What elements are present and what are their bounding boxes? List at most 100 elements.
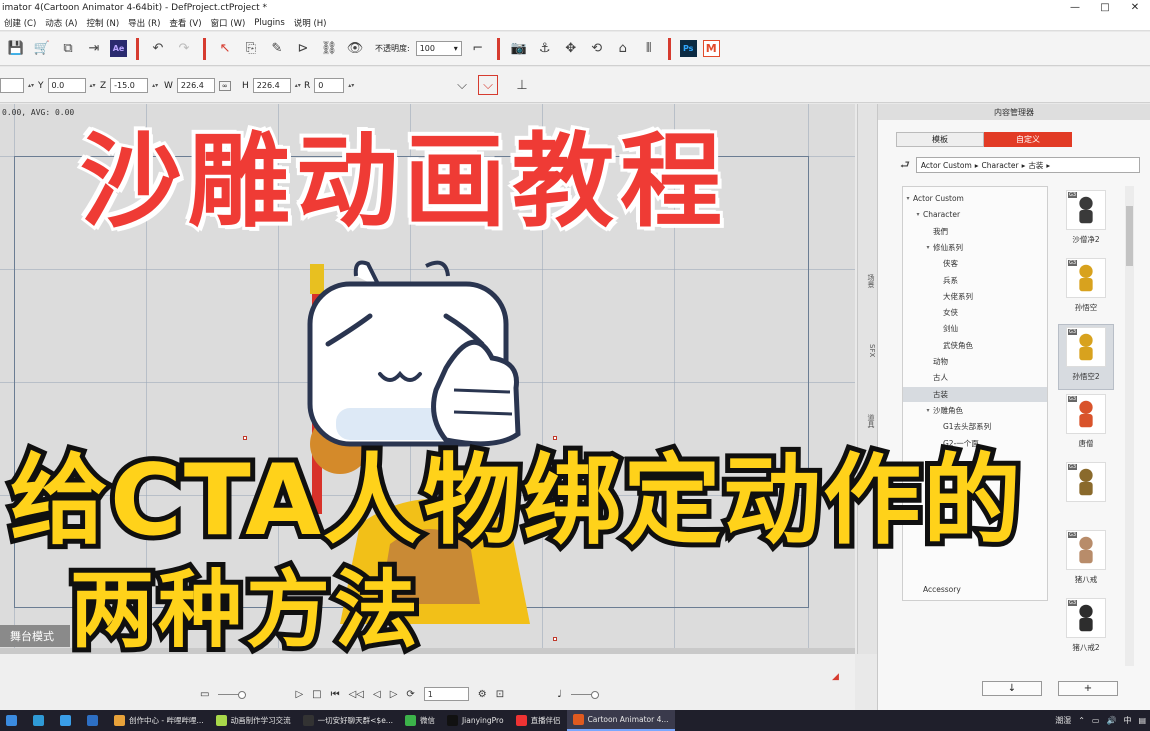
select-arrow-icon[interactable]: ↖ — [215, 39, 235, 59]
prev-frame-icon[interactable]: ◁ — [373, 689, 381, 700]
scrollbar-thumb[interactable] — [1126, 206, 1133, 266]
prev-key-icon[interactable]: ◁◁ — [349, 689, 364, 700]
breadcrumb-item[interactable]: Actor Custom — [921, 161, 972, 170]
download-button[interactable]: ↓ — [982, 681, 1042, 696]
selection-handle[interactable] — [553, 637, 557, 641]
stop-icon[interactable]: □ — [312, 689, 321, 700]
volume-icon[interactable]: 🔊 — [1106, 716, 1116, 725]
opacity-dropdown[interactable]: 100 ▾ — [415, 41, 462, 56]
tree-item[interactable]: 古装 — [903, 386, 1047, 402]
notification-icon[interactable]: ▤ — [1138, 716, 1146, 725]
speed-slider[interactable] — [218, 690, 247, 699]
timeline-icon[interactable]: ⊡ — [496, 689, 504, 700]
character-thumbnail[interactable]: G3 孙悟空2 — [1058, 324, 1114, 390]
menu-animation[interactable]: 动态 (A) — [45, 17, 77, 29]
loop-icon[interactable]: ⟳ — [406, 689, 414, 700]
spin-icon[interactable]: ▴▾ — [152, 82, 158, 89]
move-icon[interactable]: ✥ — [561, 39, 581, 59]
selection-handle[interactable] — [243, 436, 247, 440]
photoshop-icon[interactable]: Ps — [679, 40, 697, 57]
tree-item[interactable]: 古人 — [903, 370, 1047, 385]
paint-icon[interactable]: ✎ — [267, 39, 287, 59]
breadcrumb-item[interactable]: 古装 — [1028, 160, 1043, 171]
spin-icon[interactable]: ▴▾ — [295, 82, 301, 89]
r-input[interactable]: 0 — [314, 78, 345, 93]
dock-tab-props[interactable]: 道具 — [860, 414, 876, 428]
chevron-down-icon[interactable]: ▾ — [903, 195, 913, 202]
thumbnail-scrollbar[interactable] — [1125, 186, 1134, 666]
x-input[interactable] — [0, 78, 24, 93]
taskbar-item[interactable]: Cartoon Animator 4... — [566, 710, 675, 731]
dock-tab-scene[interactable]: 场景 — [860, 274, 876, 288]
spin-icon[interactable]: ▴▾ — [28, 82, 34, 89]
tree-item[interactable]: ▾ Character — [903, 207, 1047, 222]
chevron-down-icon[interactable]: ▾ — [923, 407, 933, 414]
character-thumbnail[interactable]: G3 唐僧 — [1058, 392, 1114, 458]
chevron-up-icon[interactable]: ⌃ — [1078, 716, 1085, 725]
taskbar-item[interactable]: 直播伴侣 — [510, 710, 567, 731]
taskbar-item[interactable]: 一切安好聊天群<$e... — [297, 710, 399, 731]
z-input[interactable]: -15.0 — [110, 78, 149, 93]
taskbar-item[interactable] — [81, 710, 108, 731]
back-icon[interactable]: ⮐ — [900, 156, 910, 175]
cart-icon[interactable]: 🛒 — [32, 39, 52, 59]
settings-icon[interactable]: ⚙ — [478, 689, 487, 700]
anchor-icon[interactable]: ⚓ — [535, 39, 555, 59]
taskbar-item[interactable] — [27, 710, 54, 731]
add-button[interactable]: + — [1058, 681, 1118, 696]
menu-window[interactable]: 窗口 (W) — [211, 17, 246, 29]
character-thumbnail[interactable]: G3 沙僧净2 — [1058, 188, 1114, 254]
tree-item[interactable]: 剑仙 — [903, 321, 1047, 336]
home-icon[interactable]: ⌂ — [613, 39, 633, 59]
taskbar-item[interactable]: 创作中心 - 哔哩哔哩... — [108, 710, 210, 731]
taskbar-item[interactable]: 微信 — [399, 710, 441, 731]
minimize-button[interactable]: — — [1060, 0, 1090, 15]
first-frame-icon[interactable]: ⏮ — [331, 689, 340, 700]
m-plugin-icon[interactable]: M — [702, 40, 720, 57]
tree-item[interactable]: ▾ 修仙系列 — [903, 240, 1047, 255]
character-thumbnail[interactable]: G3 孙悟空 — [1058, 256, 1114, 322]
music-note-icon[interactable]: ♩ — [557, 689, 562, 700]
align-icon[interactable]: ⫴ — [639, 39, 659, 59]
dock-tab-sfx[interactable]: SFX — [860, 344, 876, 357]
volume-slider[interactable] — [570, 690, 599, 699]
tree-item[interactable]: 侠客 — [903, 256, 1047, 271]
play-icon[interactable]: ▷ — [295, 689, 303, 700]
taskbar-item[interactable] — [0, 710, 27, 731]
w-input[interactable]: 226.4 — [176, 78, 215, 93]
tab-template[interactable]: 模板 — [896, 132, 984, 147]
character-thumbnail[interactable]: G3 — [1058, 460, 1114, 526]
tree-item[interactable] — [903, 566, 1047, 581]
chevron-down-icon[interactable]: ▾ — [913, 211, 923, 218]
tree-item[interactable]: 兵系 — [903, 273, 1047, 288]
tree-item[interactable]: 女侠 — [903, 305, 1047, 320]
character-thumbnail[interactable]: G3 猪八戒2 — [1058, 596, 1114, 662]
taskbar-item[interactable] — [54, 710, 81, 731]
next-frame-icon[interactable]: ▷ — [390, 689, 398, 700]
breadcrumb-item[interactable]: Character — [982, 161, 1019, 170]
redo-icon[interactable]: ↷ — [174, 39, 194, 59]
y-input[interactable]: 0.0 — [47, 78, 86, 93]
maximize-button[interactable]: □ — [1090, 0, 1120, 15]
export-icon[interactable]: ⇥ — [84, 39, 104, 59]
frame-input[interactable]: 1 — [423, 687, 469, 701]
rotate-icon[interactable]: ⟲ — [587, 39, 607, 59]
ime-lang-label[interactable]: 中 — [1123, 715, 1131, 726]
film-icon[interactable]: ▭ — [200, 689, 209, 700]
camera-icon[interactable]: 📷 — [509, 39, 529, 59]
pivot-icon[interactable]: ⊥ — [512, 75, 532, 95]
taskbar-item[interactable]: JianyingPro — [441, 710, 510, 731]
taskbar-item[interactable]: 动画制作学习交流 — [210, 710, 297, 731]
breadcrumb-path[interactable]: Actor Custom ▸ Character ▸ 古装 ▸ — [915, 157, 1140, 173]
thumbnail-grid[interactable]: G3 沙僧净2 G3 孙悟空 G3 孙悟空2 G3 唐僧 G3 G3 猪八戒 G3 猪八戒2 — [1050, 186, 1122, 666]
flip-vertical-icon[interactable]: ⌵ — [478, 75, 498, 95]
menu-export[interactable]: 导出 (R) — [128, 17, 160, 29]
spin-icon[interactable]: ▴▾ — [90, 82, 96, 89]
spin-icon[interactable]: ▴▾ — [348, 82, 354, 89]
selection-handle[interactable] — [553, 436, 557, 440]
reset-icon[interactable]: ⌐ — [468, 39, 488, 59]
flip-icon[interactable]: ⊳ — [293, 39, 313, 59]
tree-item[interactable]: 大佬系列 — [903, 289, 1047, 304]
character-thumbnail[interactable]: G3 猪八戒 — [1058, 528, 1114, 594]
tree-item[interactable]: Accessory — [903, 582, 1047, 597]
